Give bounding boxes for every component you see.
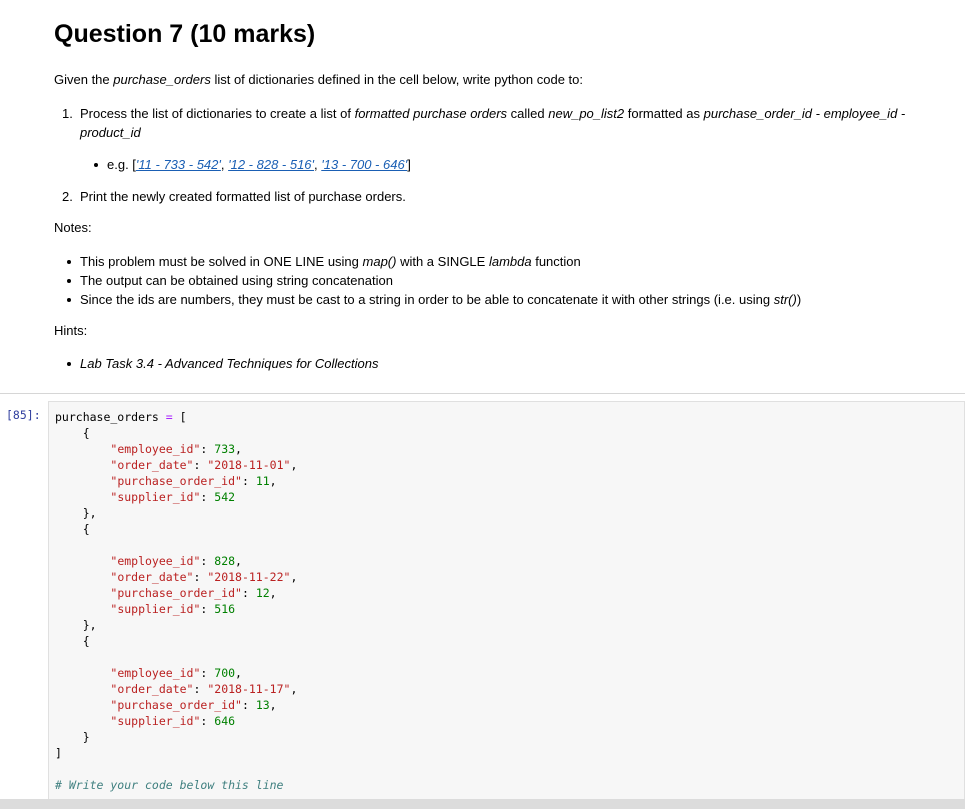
bottom-bar: [0, 799, 965, 809]
code-line: {: [55, 426, 90, 440]
notes-label: Notes:: [54, 220, 92, 235]
code-comment: # Write your code below this line: [55, 778, 284, 792]
code-line: "purchase_order_id": 13,: [110, 698, 277, 712]
code-line: "supplier_id": 542: [110, 490, 236, 504]
code-line: "employee_id": 828,: [110, 554, 242, 568]
code-cell-editor[interactable]: purchase_orders = [ { "employee_id": 733…: [48, 401, 965, 801]
code-line: "order_date": "2018-11-22",: [110, 570, 298, 584]
bullet-icon: [67, 279, 71, 283]
bullet-icon: [67, 260, 71, 264]
code-line: {: [55, 634, 90, 648]
hints-label: Hints:: [54, 323, 88, 338]
code-line: },: [55, 618, 97, 632]
code-line: "purchase_order_id": 12,: [110, 586, 277, 600]
cell-prompt: [85]:: [6, 408, 41, 422]
code-lines[interactable]: purchase_orders = [ { "employee_id": 733…: [55, 409, 297, 793]
question-title: Question 7 (10 marks): [54, 20, 316, 48]
code-line: ]: [55, 746, 62, 760]
code-line: {: [55, 522, 90, 536]
code-line: "purchase_order_id": 11,: [110, 474, 277, 488]
cell-divider: [0, 393, 965, 394]
example-link-1[interactable]: '11 - 733 - 542': [136, 157, 221, 172]
code-line: "supplier_id": 516: [110, 602, 236, 616]
intro-paragraph: Given the purchase_orders list of dictio…: [54, 72, 583, 87]
example-link-3[interactable]: '13 - 700 - 646': [321, 157, 407, 172]
code-line: "order_date": "2018-11-01",: [110, 458, 298, 472]
code-line: },: [55, 506, 97, 520]
bullet-icon: [94, 163, 98, 167]
bullet-icon: [67, 362, 71, 366]
example-link-2[interactable]: '12 - 828 - 516': [228, 157, 314, 172]
code-line: }: [55, 730, 90, 744]
code-line: "order_date": "2018-11-17",: [110, 682, 298, 696]
markdown-cell: Question 7 (10 marks) Given the purchase…: [54, 20, 906, 371]
bullet-icon: [67, 298, 71, 302]
code-line: "employee_id": 700,: [110, 666, 242, 680]
code-line: "supplier_id": 646: [110, 714, 236, 728]
code-line: purchase_orders = [: [55, 410, 187, 424]
code-line: "employee_id": 733,: [110, 442, 242, 456]
